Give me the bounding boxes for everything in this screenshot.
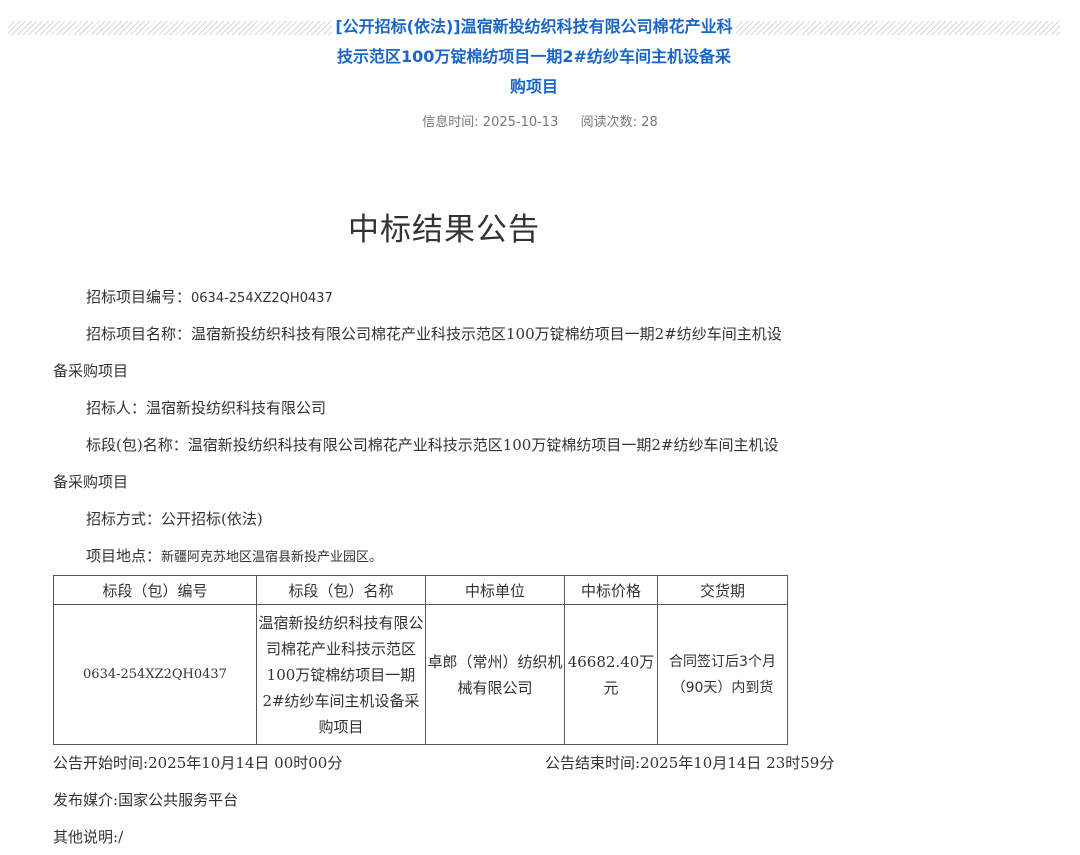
- title-decoration-right: [736, 21, 1060, 35]
- lot-name-value-2: 备采购项目: [53, 473, 129, 491]
- table-header-row: 标段（包）编号 标段（包）名称 中标单位 中标价格 交货期: [53, 575, 788, 605]
- project-code-label: 招标项目编号：: [86, 288, 192, 306]
- end-time-line: 公告结束时间:2025年10月14日 23时59分: [545, 752, 834, 773]
- location-value: 新疆阿克苏地区温宿县新投产业园区。: [161, 550, 383, 565]
- start-time-value: 2025年10月14日 00时00分: [148, 754, 343, 772]
- notice-title: [公开招标(依法)]温宿新投纺织科技有限公司棉花产业科技示范区100万锭棉纺项目…: [335, 17, 733, 96]
- lot-name-line: 标段(包)名称：温宿新投纺织科技有限公司棉花产业科技示范区100万锭棉纺项目一期…: [53, 427, 853, 501]
- cell-price: 46682.40万元: [564, 604, 658, 745]
- cell-delivery: 合同签订后3个月（90天）内到货: [657, 604, 788, 745]
- other-notes-line: 其他说明:/: [53, 826, 123, 847]
- location-label: 项目地点：: [86, 547, 162, 565]
- end-time-label: 公告结束时间:: [545, 754, 641, 772]
- end-time-value: 2025年10月14日 23时59分: [640, 754, 835, 772]
- lot-name-value-1: 温宿新投纺织科技有限公司棉花产业科技示范区100万锭棉纺项目一期2#纺纱车间主机…: [187, 436, 779, 454]
- media-value: 国家公共服务平台: [118, 791, 239, 809]
- read-count-label: 阅读次数:: [580, 115, 638, 130]
- project-name-value-2: 备采购项目: [53, 362, 129, 380]
- start-time-label: 公告开始时间:: [53, 754, 149, 772]
- project-name-value-1: 温宿新投纺织科技有限公司棉花产业科技示范区100万锭棉纺项目一期2#纺纱车间主机…: [191, 325, 782, 343]
- media-line: 发布媒介:国家公共服务平台: [53, 789, 238, 810]
- location-line: 项目地点：新疆阿克苏地区温宿县新投产业园区。: [53, 538, 853, 576]
- method-value: 公开招标(依法): [161, 510, 263, 528]
- project-name-label: 招标项目名称：: [86, 325, 192, 343]
- info-time-value: 2025-10-13: [482, 115, 559, 130]
- project-code-line: 招标项目编号：0634-254XZ2QH0437: [53, 279, 853, 317]
- document-heading: 中标结果公告: [348, 212, 540, 248]
- lot-name-label: 标段(包)名称：: [86, 436, 188, 454]
- result-table: 标段（包）编号 标段（包）名称 中标单位 中标价格 交货期 0634-254XZ…: [53, 575, 788, 745]
- header-winner: 中标单位: [425, 575, 565, 605]
- header-lot-code: 标段（包）编号: [53, 575, 257, 605]
- cell-winner: 卓郎（常州）纺织机械有限公司: [425, 604, 565, 745]
- header-delivery: 交货期: [657, 575, 788, 605]
- tenderer-label: 招标人：: [86, 399, 147, 417]
- cell-lot-name: 温宿新投纺织科技有限公司棉花产业科技示范区100万锭棉纺项目一期2#纺纱车间主机…: [256, 604, 426, 745]
- read-count-value: 28: [641, 115, 658, 130]
- project-name-line: 招标项目名称：温宿新投纺织科技有限公司棉花产业科技示范区100万锭棉纺项目一期2…: [53, 316, 853, 390]
- project-code-value: 0634-254XZ2QH0437: [191, 291, 333, 306]
- tenderer-line: 招标人：温宿新投纺织科技有限公司: [53, 390, 853, 427]
- cell-lot-code: 0634-254XZ2QH0437: [53, 604, 257, 745]
- method-label: 招标方式：: [86, 510, 162, 528]
- method-line: 招标方式：公开招标(依法): [53, 501, 853, 538]
- notice-meta: 信息时间: 2025-10-13 阅读次数: 28: [0, 111, 1080, 130]
- title-decoration-left: [8, 21, 332, 35]
- table-row: 0634-254XZ2QH0437 温宿新投纺织科技有限公司棉花产业科技示范区1…: [53, 604, 788, 745]
- media-label: 发布媒介:: [53, 791, 119, 809]
- header-price: 中标价格: [564, 575, 658, 605]
- header-lot-name: 标段（包）名称: [256, 575, 426, 605]
- other-notes-value: /: [118, 828, 124, 846]
- tenderer-value: 温宿新投纺织科技有限公司: [146, 399, 327, 417]
- other-notes-label: 其他说明:: [53, 828, 119, 846]
- start-time-line: 公告开始时间:2025年10月14日 00时00分: [53, 752, 342, 773]
- info-time-label: 信息时间:: [422, 115, 479, 130]
- notice-title-block: [公开招标(依法)]温宿新投纺织科技有限公司棉花产业科技示范区100万锭棉纺项目…: [0, 12, 1080, 102]
